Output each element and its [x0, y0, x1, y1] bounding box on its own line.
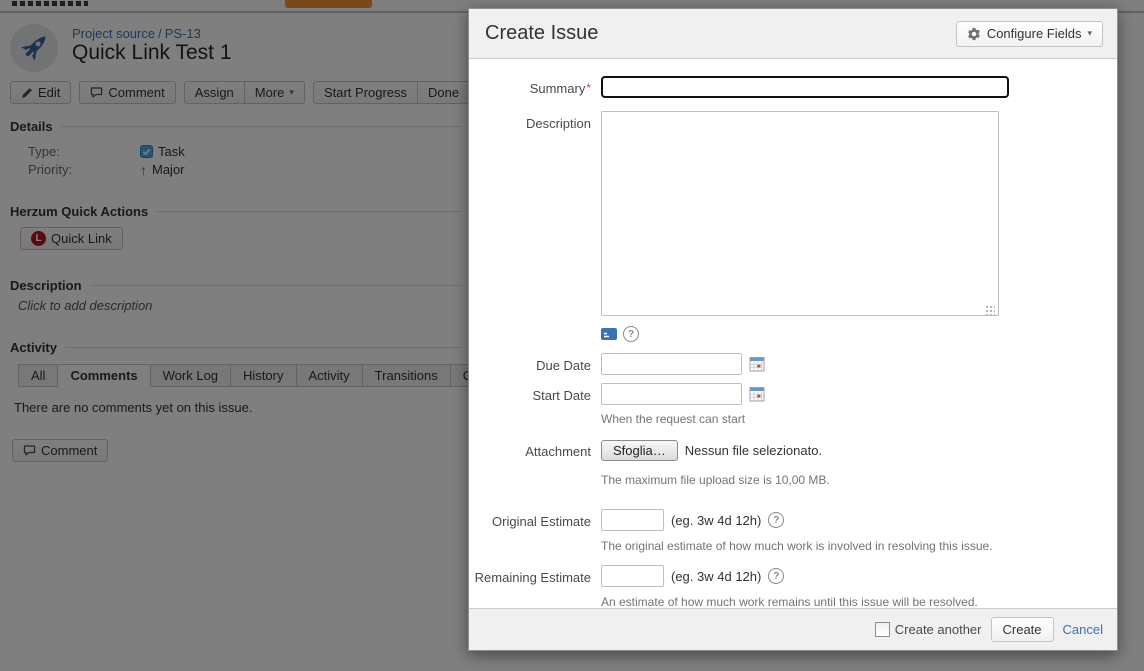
chevron-down-icon: ▾: [1087, 29, 1092, 38]
screen: Project source/PS-13 Quick Link Test 1 E…: [0, 0, 1144, 671]
attachment-help: The maximum file upload size is 10,00 MB…: [601, 473, 1117, 487]
attachment-row: Attachment Sfoglia… Nessun file selezion…: [469, 440, 1117, 487]
original-estimate-example: (eg. 3w 4d 12h): [671, 513, 761, 528]
dialog-title: Create Issue: [485, 22, 598, 45]
due-date-row: Due Date: [469, 353, 1117, 375]
summary-label: Summary*: [469, 76, 601, 98]
start-date-help: When the request can start: [601, 412, 1117, 426]
dialog-footer: Create another Create Cancel: [469, 608, 1117, 650]
start-date-input[interactable]: [601, 383, 742, 405]
calendar-icon[interactable]: [749, 356, 765, 372]
create-issue-dialog: Create Issue Configure Fields ▾ Summary*…: [468, 8, 1118, 651]
remaining-estimate-row: Remaining Estimate (eg. 3w 4d 12h) ? An …: [469, 565, 1117, 608]
remaining-estimate-input[interactable]: [601, 565, 664, 587]
browse-file-button[interactable]: Sfoglia…: [601, 440, 678, 461]
calendar-icon[interactable]: [749, 386, 765, 402]
attachment-label: Attachment: [469, 440, 601, 487]
original-estimate-help: The original estimate of how much work i…: [601, 539, 1117, 553]
original-estimate-label: Original Estimate: [469, 509, 601, 553]
create-button[interactable]: Create: [991, 617, 1054, 642]
dialog-body: Summary* Description ?: [469, 60, 1117, 608]
summary-input[interactable]: [601, 76, 1009, 98]
required-indicator: *: [586, 81, 591, 95]
create-another-checkbox[interactable]: [875, 622, 890, 637]
original-estimate-input[interactable]: [601, 509, 664, 531]
summary-row: Summary*: [469, 76, 1117, 98]
resize-grip[interactable]: [985, 305, 995, 315]
estimate-help-icon[interactable]: ?: [768, 512, 784, 528]
start-date-label: Start Date: [469, 383, 601, 426]
dialog-header: Create Issue Configure Fields ▾: [469, 9, 1117, 59]
estimate-help-icon[interactable]: ?: [768, 568, 784, 584]
configure-fields-button[interactable]: Configure Fields ▾: [956, 21, 1103, 47]
gear-icon: [967, 27, 981, 41]
description-row: Description ?: [469, 111, 1117, 343]
due-date-input[interactable]: [601, 353, 742, 375]
description-textarea[interactable]: [601, 111, 999, 316]
cancel-link[interactable]: Cancel: [1063, 622, 1103, 637]
remaining-estimate-label: Remaining Estimate: [469, 565, 601, 608]
due-date-label: Due Date: [469, 353, 601, 375]
wiki-markup-icon: [601, 328, 617, 340]
remaining-estimate-help: An estimate of how much work remains unt…: [601, 595, 1117, 608]
original-estimate-row: Original Estimate (eg. 3w 4d 12h) ? The …: [469, 509, 1117, 553]
create-another-option[interactable]: Create another: [875, 622, 982, 637]
no-file-selected-text: Nessun file selezionato.: [685, 443, 822, 458]
wiki-help-icon[interactable]: ?: [623, 326, 639, 342]
description-label: Description: [469, 111, 601, 343]
start-date-row: Start Date When the request can start: [469, 383, 1117, 426]
remaining-estimate-example: (eg. 3w 4d 12h): [671, 569, 761, 584]
